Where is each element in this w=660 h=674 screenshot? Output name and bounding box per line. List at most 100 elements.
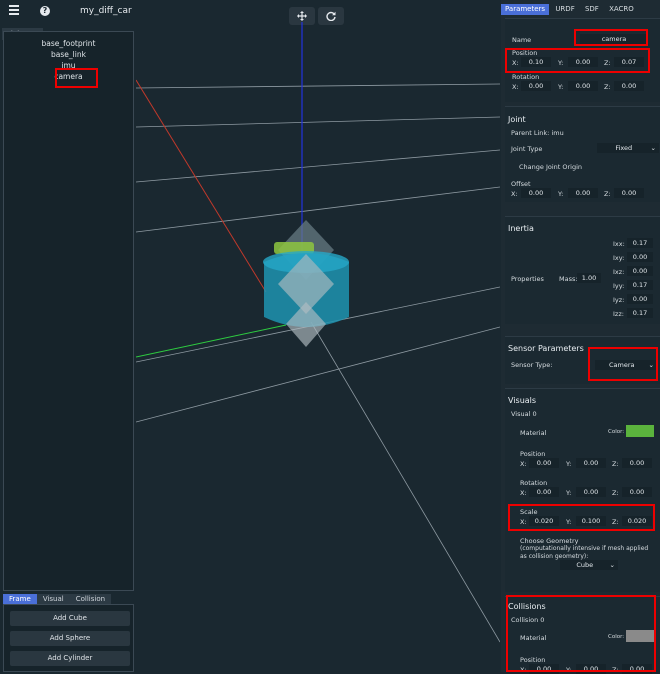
- sensor-title: Sensor Parameters: [508, 344, 584, 353]
- ixx-input[interactable]: 0.17: [627, 238, 653, 248]
- tab-urdf[interactable]: URDF: [551, 4, 578, 15]
- tree-item-imu[interactable]: imu: [4, 60, 133, 71]
- ixz-input[interactable]: 0.00: [627, 266, 653, 276]
- izz-label: Izz:: [613, 310, 624, 318]
- scale-y-label: Y:: [566, 518, 572, 526]
- vis-rot-z-input[interactable]: 0.00: [622, 487, 652, 497]
- change-joint-origin-button[interactable]: Change Joint Origin: [519, 163, 582, 171]
- app-title: my_diff_car: [80, 6, 132, 16]
- tab-visual[interactable]: Visual: [36, 594, 70, 604]
- tab-parameters[interactable]: Parameters: [501, 4, 550, 15]
- hamburger-menu-icon[interactable]: [9, 5, 19, 15]
- scale-x-label: X:: [520, 518, 527, 526]
- iyy-label: Iyy:: [613, 282, 625, 290]
- add-sphere-button[interactable]: Add Sphere: [10, 631, 130, 646]
- col-pos-x-input[interactable]: 0.00: [529, 664, 559, 674]
- vis-pos-z-input[interactable]: 0.00: [622, 458, 652, 468]
- sensor-type-select[interactable]: Camera ⌄: [595, 360, 657, 370]
- 3d-viewport[interactable]: [136, 22, 500, 672]
- vis-pos-x-label: X:: [520, 460, 527, 468]
- tab-xacro[interactable]: XACRO: [605, 4, 638, 15]
- iyz-label: Iyz:: [613, 296, 625, 304]
- joint-type-select[interactable]: Fixed ⌄: [597, 143, 659, 153]
- scale-x-input[interactable]: 0.020: [529, 516, 559, 526]
- visual-0-label: Visual 0: [511, 410, 537, 418]
- tree-item-camera[interactable]: camera: [48, 71, 90, 82]
- parent-link-text: Parent Link: imu: [511, 129, 564, 137]
- rot-x-input[interactable]: 0.00: [521, 81, 551, 91]
- position-label: Position: [512, 49, 538, 57]
- offset-y-input[interactable]: 0.00: [568, 188, 598, 198]
- ixy-input[interactable]: 0.00: [627, 252, 653, 262]
- collision-0-label: Collision 0: [511, 616, 545, 624]
- rot-z-label: Z:: [604, 83, 611, 91]
- rot-z-input[interactable]: 0.00: [614, 81, 644, 91]
- color-label: Color:: [608, 429, 625, 435]
- col-pos-y-input[interactable]: 0.00: [576, 664, 606, 674]
- collision-color-swatch[interactable]: [626, 630, 654, 642]
- joint-type-label: Joint Type: [511, 145, 543, 153]
- scale-z-label: Z:: [612, 518, 619, 526]
- collisions-title: Collisions: [508, 602, 546, 611]
- rot-y-label: Y:: [558, 83, 564, 91]
- name-input[interactable]: camera: [580, 34, 648, 44]
- right-tabs: Parameters URDF SDF XACRO: [501, 4, 660, 15]
- chevron-down-icon: ⌄: [650, 144, 656, 152]
- collision-position-label: Position: [520, 656, 546, 664]
- mass-label: Mass:: [559, 275, 578, 283]
- vis-pos-y-label: Y:: [566, 460, 572, 468]
- scale-y-input[interactable]: 0.100: [576, 516, 606, 526]
- offset-z-input[interactable]: 0.00: [614, 188, 644, 198]
- inertia-section: Inertia Properties Mass: 1.00 Ixx: 0.17 …: [505, 216, 660, 324]
- link-tree: base_footprint base_link imu camera: [3, 31, 134, 591]
- visual-rotation-label: Rotation: [520, 479, 548, 487]
- move-icon: [297, 11, 307, 21]
- pos-z-input[interactable]: 0.07: [614, 57, 644, 67]
- scale-z-input[interactable]: 0.020: [622, 516, 652, 526]
- col-pos-z-input[interactable]: 0.00: [622, 664, 652, 674]
- tree-item-base-footprint[interactable]: base_footprint: [4, 38, 133, 49]
- link-properties-section: Name camera Position X: 0.10 Y: 0.00 Z: …: [505, 18, 660, 102]
- rot-x-label: X:: [512, 83, 519, 91]
- offset-x-input[interactable]: 0.00: [521, 188, 551, 198]
- add-cube-button[interactable]: Add Cube: [10, 611, 130, 626]
- tree-item-base-link[interactable]: base_link: [4, 49, 133, 60]
- visual-color-swatch[interactable]: [626, 425, 654, 437]
- help-icon[interactable]: ?: [40, 6, 50, 16]
- col-pos-y-label: Y:: [566, 666, 572, 674]
- chevron-down-icon: ⌄: [648, 361, 654, 369]
- joint-section: Joint Parent Link: imu Joint Type Fixed …: [505, 106, 660, 202]
- tab-sdf[interactable]: SDF: [581, 4, 603, 15]
- col-pos-z-label: Z:: [612, 666, 619, 674]
- geometry-select[interactable]: Cube ⌄: [560, 560, 618, 570]
- pos-x-label: X:: [512, 59, 519, 67]
- mass-input[interactable]: 1.00: [577, 273, 601, 283]
- pos-y-input[interactable]: 0.00: [568, 57, 598, 67]
- material-label: Material: [520, 429, 547, 437]
- tab-collision[interactable]: Collision: [69, 594, 112, 604]
- add-cylinder-button[interactable]: Add Cylinder: [10, 651, 130, 666]
- ixx-label: Ixx:: [613, 240, 625, 248]
- vis-pos-y-input[interactable]: 0.00: [576, 458, 606, 468]
- vis-pos-x-input[interactable]: 0.00: [529, 458, 559, 468]
- scale-label: Scale: [520, 508, 538, 516]
- vis-rot-x-label: X:: [520, 489, 527, 497]
- offset-y-label: Y:: [558, 190, 564, 198]
- izz-input[interactable]: 0.17: [627, 308, 653, 318]
- robot-model[interactable]: [263, 220, 349, 347]
- vis-rot-x-input[interactable]: 0.00: [529, 487, 559, 497]
- vis-rot-y-input[interactable]: 0.00: [576, 487, 606, 497]
- visuals-section: Visuals Visual 0 Material Color: Positio…: [505, 388, 660, 592]
- pos-x-input[interactable]: 0.10: [521, 57, 551, 67]
- iyz-input[interactable]: 0.00: [627, 294, 653, 304]
- tab-frame[interactable]: Frame: [3, 594, 37, 604]
- rot-y-input[interactable]: 0.00: [568, 81, 598, 91]
- top-bar: ? my_diff_car: [0, 0, 500, 22]
- geometry-note: (computationally intensive if mesh appli…: [520, 545, 649, 560]
- choose-geometry-label: Choose Geometry: [520, 537, 579, 545]
- name-label: Name: [512, 36, 532, 44]
- joint-title: Joint: [508, 115, 526, 124]
- iyy-input[interactable]: 0.17: [627, 280, 653, 290]
- bottom-tabs: Frame Visual Collision: [3, 594, 134, 604]
- visual-position-label: Position: [520, 450, 546, 458]
